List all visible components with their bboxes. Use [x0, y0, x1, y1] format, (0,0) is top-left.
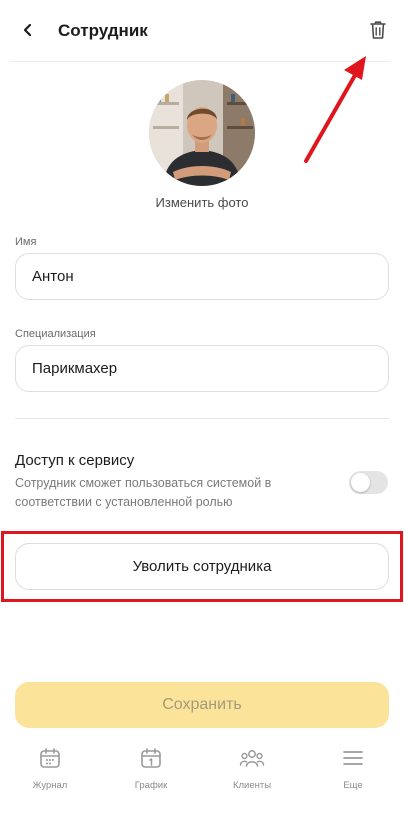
name-value: Антон [32, 268, 74, 285]
trash-icon [369, 20, 387, 45]
page-title: Сотрудник [58, 21, 148, 40]
tab-clients[interactable]: Клиенты [212, 746, 292, 791]
tab-schedule-label: График [134, 780, 168, 791]
tab-clients-label: Клиенты [232, 780, 272, 791]
back-button[interactable] [14, 18, 42, 46]
section-divider [15, 418, 389, 419]
chevron-left-icon [21, 23, 35, 42]
toggle-knob [351, 473, 370, 492]
tab-journal[interactable]: Журнал [10, 746, 90, 791]
header: Сотрудник [0, 0, 404, 62]
avatar[interactable] [149, 80, 255, 186]
tab-journal-label: Журнал [32, 780, 68, 791]
access-toggle[interactable] [349, 471, 388, 494]
name-label: Имя [15, 236, 37, 248]
tab-more[interactable]: Еще [313, 746, 393, 791]
tab-bar: Журнал График Клиенты Еще [0, 740, 404, 800]
people-icon [239, 746, 265, 775]
header-divider [10, 61, 390, 62]
menu-icon [341, 746, 365, 775]
highlight-box [1, 531, 403, 602]
tab-more-label: Еще [343, 780, 363, 791]
specialization-label: Специализация [15, 328, 96, 340]
access-title: Доступ к сервису [15, 452, 135, 469]
calendar-dots-icon [38, 746, 62, 775]
specialization-field[interactable]: Парикмахер [15, 345, 389, 392]
change-photo-link[interactable]: Изменить фото [0, 195, 404, 210]
calendar-one-icon [139, 746, 163, 775]
delete-button[interactable] [364, 18, 392, 46]
save-button[interactable]: Сохранить [15, 682, 389, 728]
specialization-value: Парикмахер [32, 360, 118, 377]
name-field[interactable]: Антон [15, 253, 389, 300]
tab-schedule[interactable]: График [111, 746, 191, 791]
access-description: Сотрудник сможет пользоваться системой в… [15, 476, 272, 509]
